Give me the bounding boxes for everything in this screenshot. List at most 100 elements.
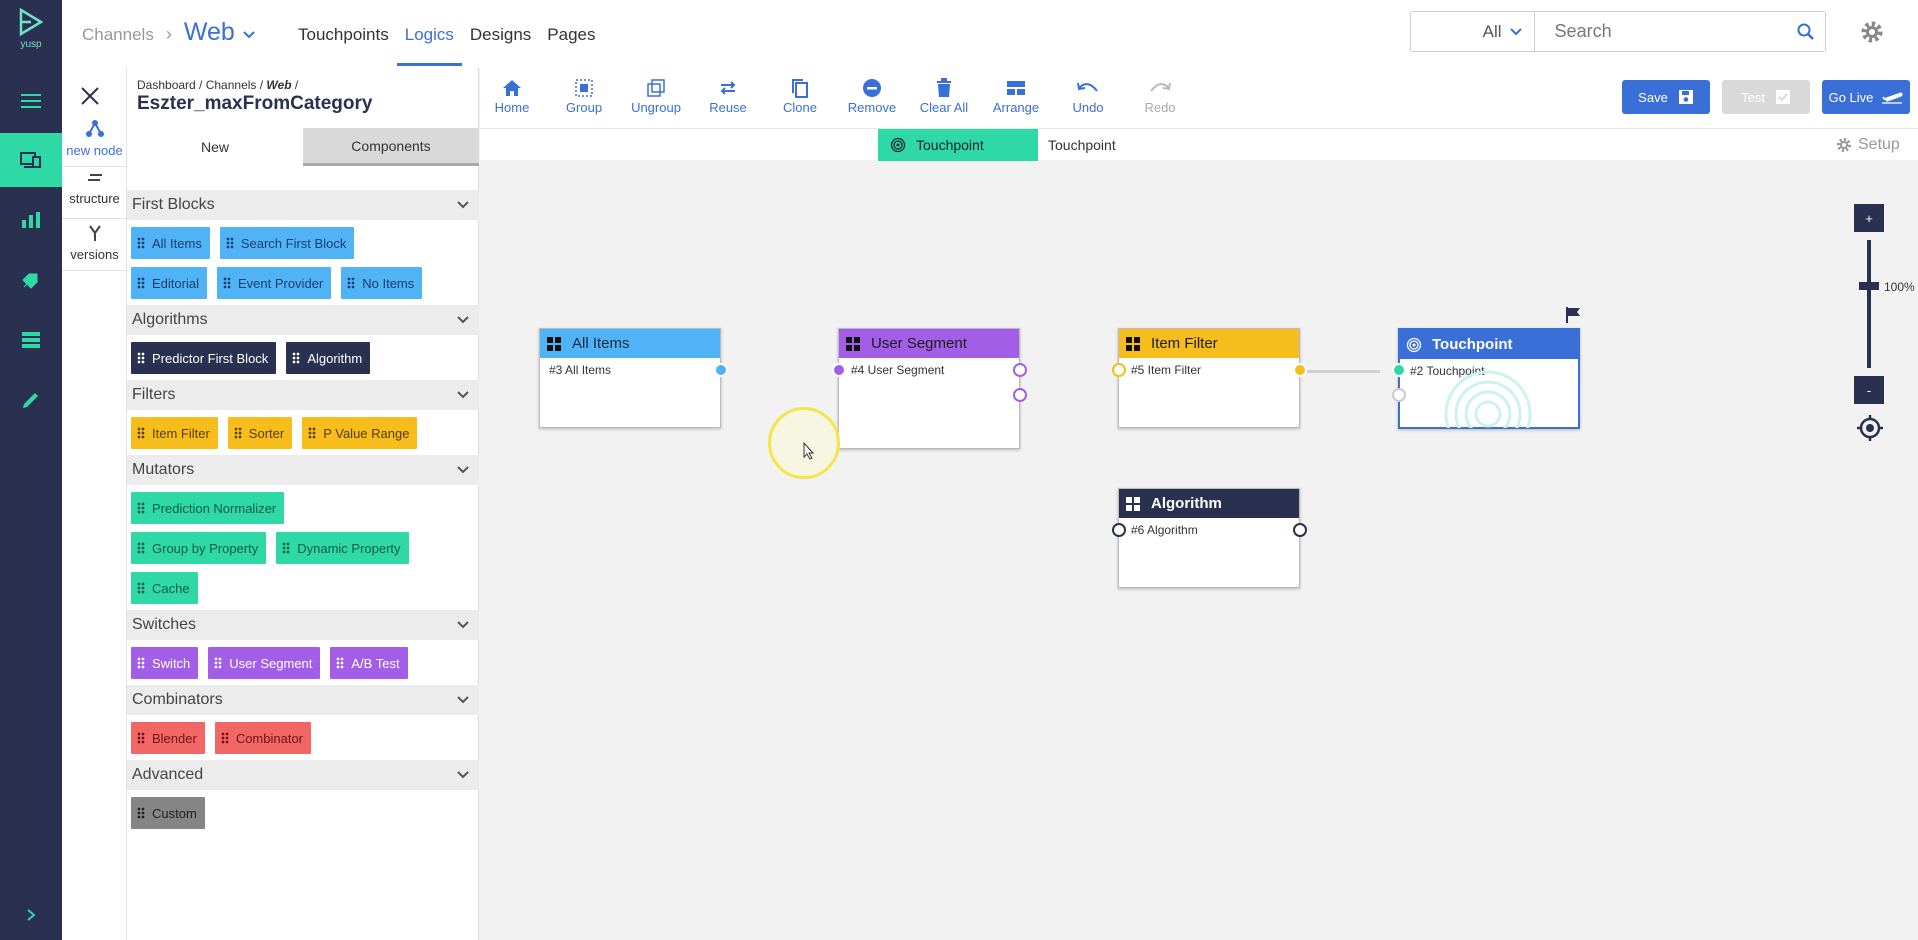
palette-node-chip[interactable]: Custom bbox=[131, 797, 205, 829]
chevron-down-icon[interactable] bbox=[457, 696, 469, 704]
expand-sidebar-button[interactable] bbox=[0, 888, 62, 940]
chevron-down-icon[interactable] bbox=[457, 391, 469, 399]
output-port[interactable] bbox=[1013, 388, 1027, 402]
test-button[interactable]: Test bbox=[1722, 80, 1810, 114]
palette-node-chip[interactable]: Item Filter bbox=[131, 417, 218, 449]
remove-button[interactable]: Remove bbox=[842, 76, 902, 115]
palette-node-chip[interactable]: Predictor First Block bbox=[131, 342, 277, 374]
settings-button[interactable] bbox=[1860, 20, 1884, 49]
node-header[interactable]: Touchpoint bbox=[1400, 330, 1578, 359]
zoom-slider-handle[interactable] bbox=[1859, 282, 1879, 290]
search-filter-select[interactable]: All bbox=[1411, 12, 1535, 51]
palette-node-chip[interactable]: Switch bbox=[131, 647, 199, 679]
output-port[interactable] bbox=[714, 363, 728, 377]
chevron-down-icon[interactable] bbox=[457, 771, 469, 779]
channels-link[interactable]: Channels bbox=[82, 25, 154, 45]
palette-node-chip[interactable]: All Items bbox=[131, 227, 210, 259]
clone-button[interactable]: Clone bbox=[770, 76, 830, 115]
zoom-in-button[interactable]: + bbox=[1854, 204, 1884, 232]
node-touchpoint[interactable]: Touchpoint #2 Touchpoint bbox=[1392, 307, 1580, 429]
reuse-button[interactable]: Reuse bbox=[698, 76, 758, 115]
category-header[interactable]: Filters bbox=[127, 380, 479, 410]
nav-touchpoints[interactable]: Touchpoints bbox=[290, 0, 397, 68]
current-channel[interactable]: Web bbox=[184, 18, 235, 47]
menu-button[interactable] bbox=[0, 74, 62, 128]
chevron-down-icon[interactable] bbox=[457, 316, 469, 324]
palette-node-chip[interactable]: Algorithm bbox=[286, 342, 371, 374]
node-header[interactable]: Item Filter bbox=[1119, 329, 1299, 358]
palette-node-chip[interactable]: Prediction Normalizer bbox=[131, 492, 285, 524]
chevron-down-icon[interactable] bbox=[457, 201, 469, 209]
ungroup-button[interactable]: Ungroup bbox=[626, 76, 686, 115]
category-header[interactable]: Combinators bbox=[127, 685, 479, 715]
sidebar-item-tools[interactable] bbox=[0, 373, 62, 427]
input-port[interactable] bbox=[832, 363, 846, 377]
chevron-down-icon[interactable] bbox=[457, 621, 469, 629]
go-live-button[interactable]: Go Live bbox=[1822, 80, 1910, 114]
output-port[interactable] bbox=[1013, 363, 1027, 377]
chevron-down-icon[interactable] bbox=[457, 466, 469, 474]
brand-logo[interactable]: yusp bbox=[0, 7, 62, 50]
close-editor-button[interactable] bbox=[80, 86, 100, 111]
node-header[interactable]: User Segment bbox=[839, 329, 1019, 358]
input-port[interactable] bbox=[1392, 363, 1406, 377]
palette-node-chip[interactable]: A/B Test bbox=[330, 647, 408, 679]
palette-node-chip[interactable]: Blender bbox=[131, 722, 205, 754]
node-user-segment[interactable]: User Segment #4 User Segment bbox=[832, 328, 1027, 449]
setup-button[interactable]: Setup bbox=[1836, 136, 1900, 154]
tab-components[interactable]: Components bbox=[303, 128, 479, 166]
palette-node-chip[interactable]: Group by Property bbox=[131, 532, 267, 564]
versions-tool[interactable]: versions bbox=[62, 224, 127, 262]
palette-node-chip[interactable]: Cache bbox=[131, 572, 198, 604]
home-button[interactable]: Home bbox=[482, 76, 542, 115]
node-all-items[interactable]: All Items #3 All Items bbox=[539, 328, 728, 428]
palette-node-chip[interactable]: No Items bbox=[341, 267, 423, 299]
touchpoint-tab[interactable]: Touchpoint bbox=[878, 129, 1038, 161]
nav-pages[interactable]: Pages bbox=[539, 0, 603, 68]
input-port[interactable] bbox=[1392, 388, 1406, 402]
output-port[interactable] bbox=[1293, 523, 1307, 537]
input-port[interactable] bbox=[1112, 523, 1126, 537]
logic-canvas[interactable]: All Items #3 All Items User Segment #4 U… bbox=[480, 160, 1918, 940]
palette-node-chip[interactable]: Editorial bbox=[131, 267, 207, 299]
output-port[interactable] bbox=[1293, 363, 1307, 377]
breadcrumb-web[interactable]: Web bbox=[266, 78, 291, 92]
category-header[interactable]: Advanced bbox=[127, 760, 479, 790]
category-header[interactable]: First Blocks bbox=[127, 190, 479, 220]
input-port[interactable] bbox=[1112, 363, 1126, 377]
redo-button[interactable]: Redo bbox=[1130, 76, 1190, 115]
nav-logics[interactable]: Logics bbox=[396, 0, 463, 68]
sidebar-item-storage[interactable] bbox=[0, 313, 62, 367]
sidebar-item-channels[interactable] bbox=[0, 133, 62, 187]
new-node-tool[interactable]: new node bbox=[62, 118, 127, 158]
undo-button[interactable]: Undo bbox=[1058, 76, 1118, 115]
node-header[interactable]: Algorithm bbox=[1119, 489, 1299, 518]
category-header[interactable]: Switches bbox=[127, 610, 479, 640]
palette-node-chip[interactable]: P Value Range bbox=[302, 417, 418, 449]
palette-node-chip[interactable]: Combinator bbox=[214, 722, 312, 754]
category-header[interactable]: Mutators bbox=[127, 455, 479, 485]
arrange-button[interactable]: Arrange bbox=[986, 76, 1046, 115]
nav-designs[interactable]: Designs bbox=[462, 0, 539, 68]
palette-node-chip[interactable]: Dynamic Property bbox=[276, 532, 409, 564]
breadcrumb-prefix[interactable]: Dashboard / Channels / bbox=[137, 78, 266, 92]
clear-all-button[interactable]: Clear All bbox=[914, 76, 974, 115]
zoom-out-button[interactable]: - bbox=[1854, 376, 1884, 404]
palette-node-chip[interactable]: Search First Block bbox=[219, 227, 355, 259]
save-button[interactable]: Save bbox=[1622, 80, 1710, 114]
palette-node-chip[interactable]: Event Provider bbox=[216, 267, 332, 299]
search-button[interactable] bbox=[1787, 12, 1825, 51]
node-algorithm[interactable]: Algorithm #6 Algorithm bbox=[1112, 488, 1307, 588]
zoom-slider-track[interactable] bbox=[1867, 240, 1871, 368]
node-header[interactable]: All Items bbox=[540, 329, 720, 358]
search-input[interactable] bbox=[1534, 12, 1787, 51]
palette-node-chip[interactable]: Sorter bbox=[227, 417, 293, 449]
node-item-filter[interactable]: Item Filter #5 Item Filter bbox=[1112, 328, 1307, 428]
category-header[interactable]: Algorithms bbox=[127, 305, 479, 335]
tab-new[interactable]: New bbox=[127, 128, 303, 166]
group-button[interactable]: Group bbox=[554, 76, 614, 115]
structure-tool[interactable]: structure bbox=[62, 172, 127, 206]
sidebar-item-launch[interactable] bbox=[0, 253, 62, 307]
recenter-button[interactable] bbox=[1856, 414, 1884, 447]
sidebar-item-analytics[interactable] bbox=[0, 193, 62, 247]
